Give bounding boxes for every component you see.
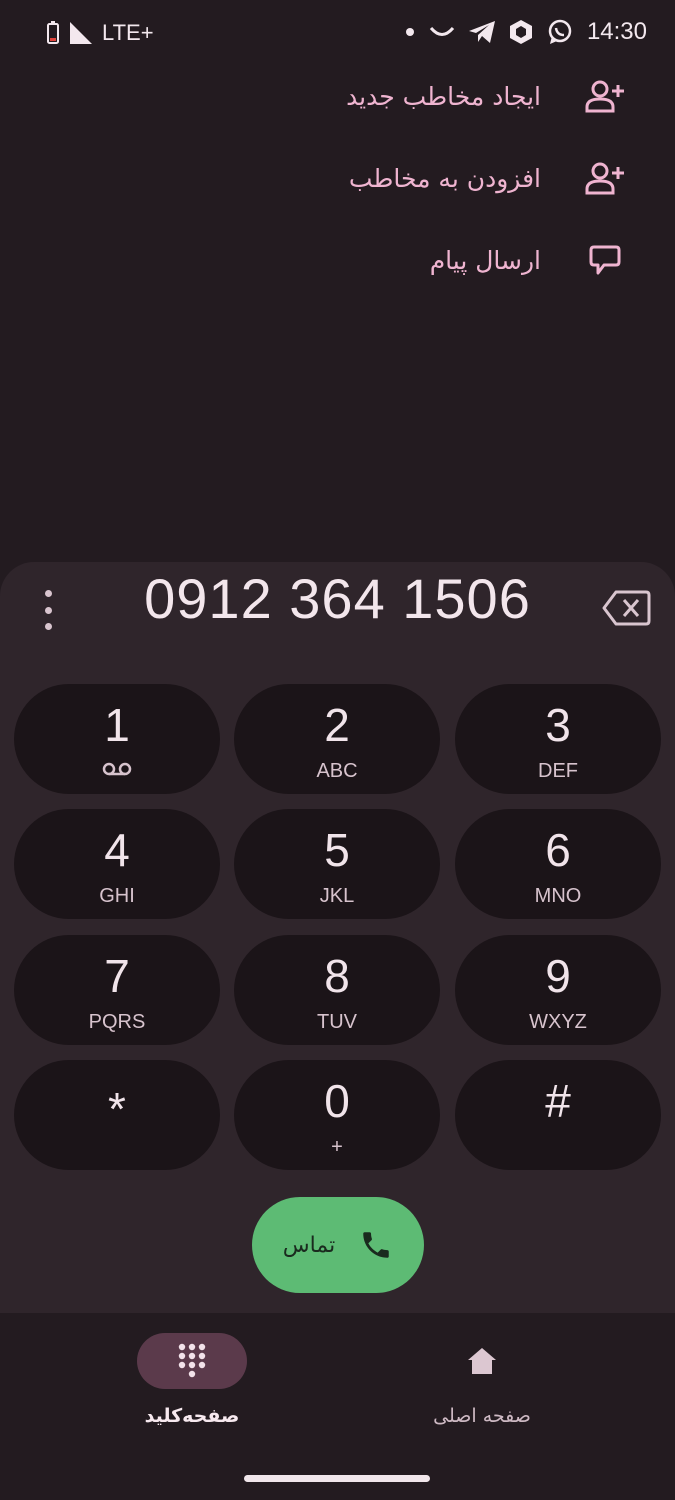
smile-icon [429, 26, 455, 36]
whatsapp-icon [548, 19, 572, 44]
dialpad-icon [178, 1343, 206, 1378]
bottom-navigation: صفحه‌کلید صفحه اصلی [0, 1313, 675, 1500]
send-message-action[interactable]: ارسال پیام [430, 230, 627, 290]
key-6[interactable]: 6 MNO [455, 809, 661, 919]
message-icon [583, 238, 627, 282]
backspace-icon[interactable] [602, 588, 652, 628]
key-1[interactable]: 1 [14, 684, 220, 794]
key-8[interactable]: 8 TUV [234, 935, 440, 1045]
status-bar: LTE+ 14:30 [0, 0, 675, 68]
telegram-icon [468, 21, 495, 43]
tab-home-indicator [427, 1333, 537, 1389]
person-add-icon [583, 74, 627, 118]
clock: 14:30 [586, 18, 647, 45]
key-star[interactable]: * [14, 1060, 220, 1170]
create-new-contact-label: ایجاد مخاطب جدید [346, 81, 541, 111]
person-add-icon [583, 156, 627, 200]
add-to-contact-action[interactable]: افزودن به مخاطب [349, 148, 627, 208]
call-button[interactable]: تماس [252, 1197, 424, 1293]
call-label: تماس [282, 1232, 336, 1258]
dot-icon [405, 28, 414, 36]
key-2[interactable]: 2 ABC [234, 684, 440, 794]
tab-home[interactable]: صفحه اصلی [372, 1333, 592, 1443]
network-type: LTE+ [102, 20, 154, 45]
voicemail-icon [102, 762, 132, 776]
add-to-contact-label: افزودن به مخاطب [348, 163, 541, 193]
key-hash[interactable]: # [455, 1060, 661, 1170]
send-message-label: ارسال پیام [429, 245, 541, 275]
tab-home-label: صفحه اصلی [433, 1405, 531, 1427]
home-icon [468, 1348, 496, 1374]
key-9[interactable]: 9 WXYZ [455, 935, 661, 1045]
key-0[interactable]: 0 + [234, 1060, 440, 1170]
key-4[interactable]: 4 GHI [14, 809, 220, 919]
signal-icon [70, 22, 92, 44]
dialed-number[interactable]: 0912 364 1506 [0, 566, 675, 631]
key-7[interactable]: 7 PQRS [14, 935, 220, 1045]
tab-keypad-label: صفحه‌کلید [144, 1405, 240, 1427]
create-new-contact-action[interactable]: ایجاد مخاطب جدید [346, 66, 627, 126]
battery-icon [47, 21, 59, 44]
phone-icon [363, 1232, 389, 1258]
tab-keypad-indicator [137, 1333, 247, 1389]
tab-keypad[interactable]: صفحه‌کلید [82, 1333, 302, 1443]
hexagon-app-icon [509, 20, 532, 44]
gesture-home-bar[interactable] [244, 1475, 430, 1482]
key-5[interactable]: 5 JKL [234, 809, 440, 919]
key-3[interactable]: 3 DEF [455, 684, 661, 794]
